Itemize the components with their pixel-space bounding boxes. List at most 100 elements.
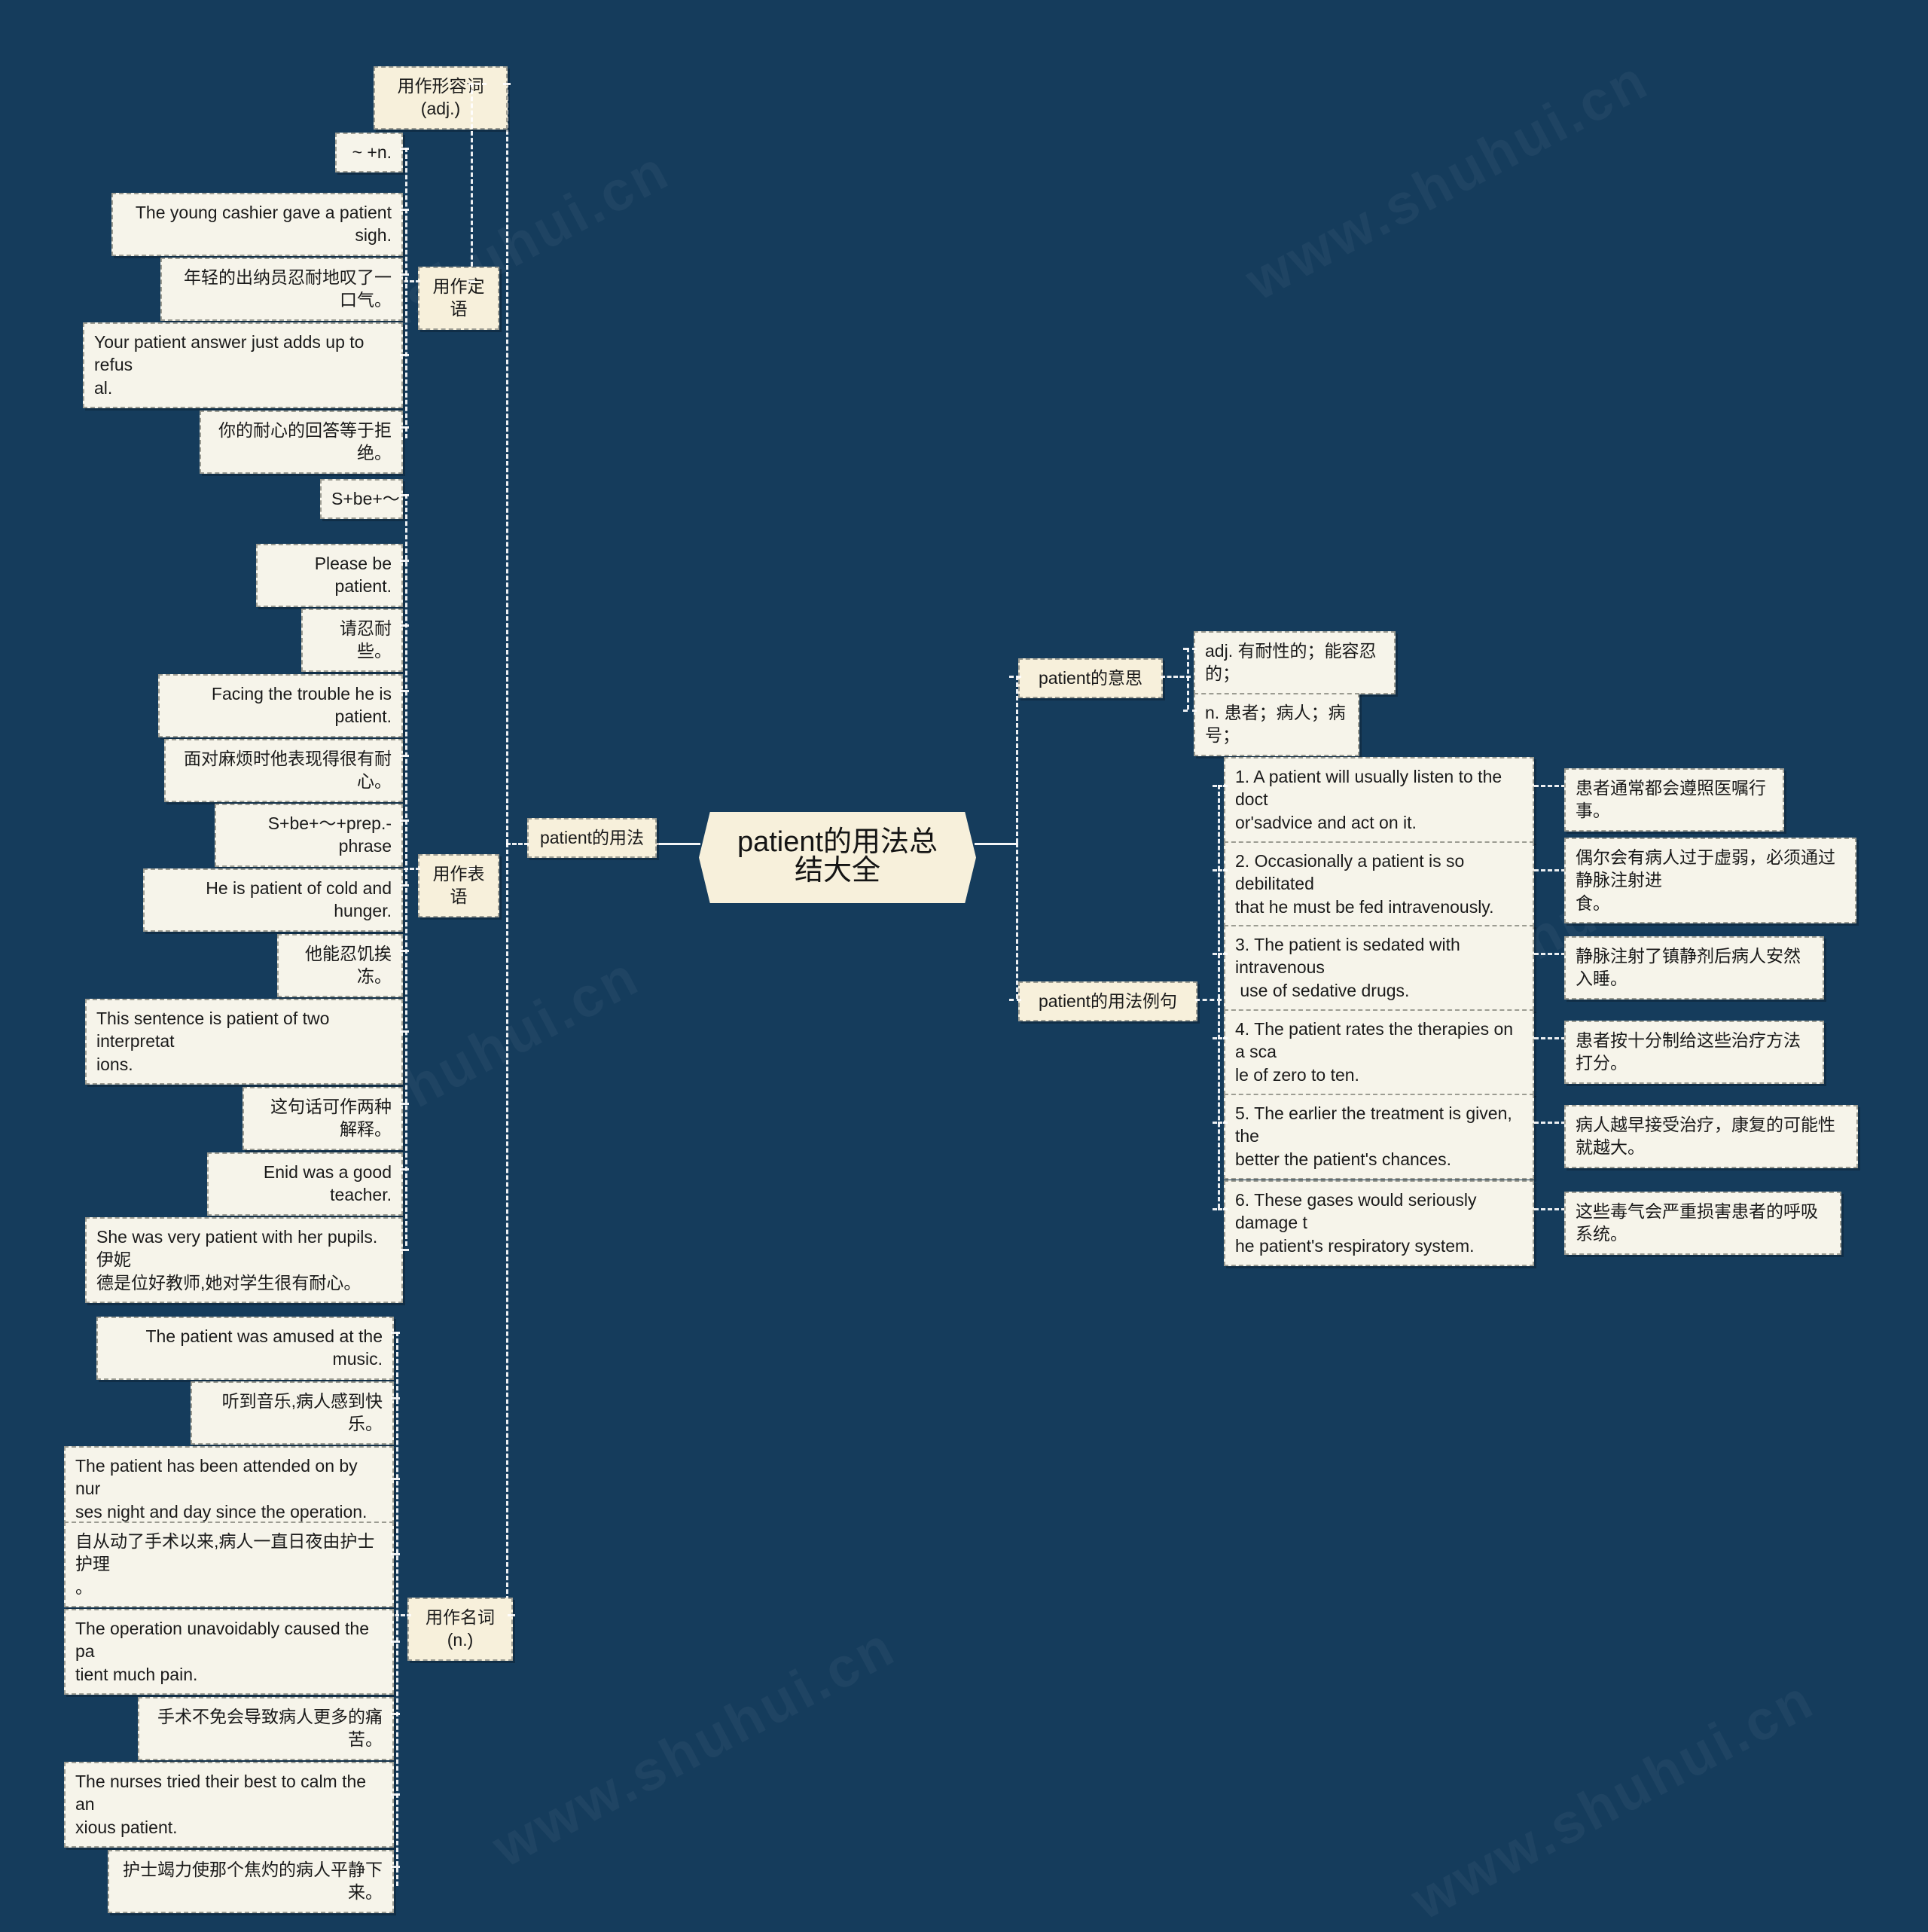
leaf-stub <box>400 1168 409 1170</box>
leaf-stub <box>391 1866 400 1868</box>
leaf-node[interactable]: 护士竭力使那个焦灼的病人平静下来。 <box>108 1850 394 1913</box>
example-stub <box>1213 1208 1228 1210</box>
leaf-stub <box>400 273 409 276</box>
leaf-stub <box>391 1641 400 1643</box>
leaf-node[interactable]: 听到音乐,病人感到快乐。 <box>191 1381 394 1445</box>
adj-stub <box>503 83 511 85</box>
left-main-rail-lower <box>506 843 508 1614</box>
leaf-node[interactable]: The patient was amused at the music. <box>96 1317 394 1380</box>
leaf-node[interactable]: The patient has been attended on by nur … <box>64 1446 394 1533</box>
example-zh[interactable]: 偶尔会有病人过于虚弱，必须通过静脉注射进 食。 <box>1564 838 1856 924</box>
example-stub <box>1213 785 1228 787</box>
example-en[interactable]: 6. These gases would seriously damage t … <box>1224 1180 1534 1267</box>
leaf-stub <box>400 690 409 692</box>
noun-right-stub <box>508 1614 515 1616</box>
left-branch-stub <box>506 843 529 845</box>
meaning-label[interactable]: patient的意思 <box>1018 658 1163 699</box>
leaf-node[interactable]: She was very patient with her pupils.伊妮 … <box>85 1217 403 1304</box>
example-link <box>1534 785 1566 787</box>
leaf-node[interactable]: 这句话可作两种解释。 <box>243 1087 403 1150</box>
right-main-rail-lower <box>1016 843 1018 999</box>
leaf-node[interactable]: 面对麻烦时他表现得很有耐心。 <box>164 739 403 802</box>
leaf-node[interactable]: 年轻的出纳员忍耐地叹了一口气。 <box>160 258 403 321</box>
example-zh[interactable]: 静脉注射了镇静剂后病人安然入睡。 <box>1564 936 1824 1000</box>
category-adjective[interactable]: 用作形容词(adj.) <box>374 66 508 130</box>
leaf-node[interactable]: S+be+～ <box>320 479 403 520</box>
example-zh[interactable]: 患者按十分制给这些治疗方法打分。 <box>1564 1021 1824 1084</box>
example-stub <box>1213 1122 1228 1124</box>
example-link <box>1534 1122 1566 1124</box>
watermark: www.shuhui.cn <box>1235 47 1659 313</box>
leaf-node[interactable]: The operation unavoidably caused the pa … <box>64 1609 394 1695</box>
leaf-stub <box>400 426 409 429</box>
mindmap-canvas: www.shuhui.cn www.shuhui.cn www.shuhui.c… <box>0 0 1928 1932</box>
predicative-rail <box>405 494 407 1246</box>
leaf-node[interactable]: Please be patient. <box>256 544 403 607</box>
example-en[interactable]: 3. The patient is sedated with intraveno… <box>1224 925 1534 1012</box>
leaf-stub <box>400 494 409 496</box>
left-branch-label[interactable]: patient的用法 <box>527 818 657 859</box>
meaning-item[interactable]: adj. 有耐性的；能容忍的； <box>1194 631 1396 694</box>
meaning-stub <box>1183 710 1197 712</box>
attributive-right-stub <box>468 280 475 282</box>
meaning-stub <box>1183 648 1197 650</box>
example-zh[interactable]: 病人越早接受治疗，康复的可能性就越大。 <box>1564 1105 1858 1168</box>
leaf-node[interactable]: He is patient of cold and hunger. <box>143 868 403 932</box>
leaf-node[interactable]: 你的耐心的回答等于拒绝。 <box>200 411 403 474</box>
leaf-stub <box>400 560 409 562</box>
root-right-connector <box>975 843 1017 845</box>
example-stub <box>1213 869 1228 871</box>
leaf-stub <box>400 1103 409 1105</box>
example-zh[interactable]: 患者通常都会遵照医嘱行事。 <box>1564 768 1784 832</box>
meaning-item[interactable]: n. 患者；病人；病号； <box>1194 693 1359 756</box>
leaf-node[interactable]: ~ +n. <box>335 133 403 173</box>
category-noun[interactable]: 用作名词(n.) <box>407 1598 513 1661</box>
leaf-stub <box>400 209 409 211</box>
leaf-stub <box>400 624 409 627</box>
noun-rail <box>396 1332 398 1886</box>
leaf-node[interactable]: 请忍耐些。 <box>301 609 403 672</box>
leaf-stub <box>400 354 409 356</box>
leaf-node[interactable]: S+be+～+prep.-phrase <box>215 804 403 867</box>
example-link <box>1534 869 1566 871</box>
examples-label[interactable]: patient的用法例句 <box>1018 981 1197 1022</box>
leaf-stub <box>400 148 409 150</box>
example-en[interactable]: 2. Occasionally a patient is so debilita… <box>1224 841 1534 928</box>
leaf-stub <box>400 1030 409 1033</box>
leaf-stub <box>391 1332 400 1334</box>
leaf-node[interactable]: 自从动了手术以来,病人一直日夜由护士护理 。 <box>64 1521 394 1608</box>
example-en[interactable]: 5. The earlier the treatment is given, t… <box>1224 1094 1534 1180</box>
predicative-right-stub <box>468 868 475 870</box>
leaf-stub <box>391 1713 400 1715</box>
leaf-node[interactable]: The nurses tried their best to calm the … <box>64 1762 394 1848</box>
category-attributive[interactable]: 用作定语 <box>418 267 499 330</box>
leaf-node[interactable]: Facing the trouble he is patient. <box>158 674 403 737</box>
leaf-stub <box>391 1478 400 1480</box>
leaf-node[interactable]: The young cashier gave a patient sigh. <box>111 193 403 256</box>
leaf-stub <box>391 1553 400 1555</box>
adj-down-stub <box>468 83 487 85</box>
leaf-stub <box>400 950 409 952</box>
example-en[interactable]: 1. A patient will usually listen to the … <box>1224 757 1534 844</box>
leaf-stub <box>400 755 409 757</box>
example-zh[interactable]: 这些毒气会严重损害患者的呼吸系统。 <box>1564 1192 1841 1255</box>
example-stub <box>1213 953 1228 955</box>
left-main-rail <box>506 83 508 844</box>
leaf-node[interactable]: 手术不免会导致病人更多的痛苦。 <box>138 1697 394 1760</box>
right-main-rail <box>1016 676 1018 843</box>
example-link <box>1534 1037 1566 1039</box>
leaf-node[interactable]: This sentence is patient of two interpre… <box>85 999 403 1085</box>
watermark: www.shuhui.cn <box>482 1613 906 1879</box>
leaf-stub <box>400 884 409 887</box>
leaf-stub <box>391 1397 400 1399</box>
category-predicative[interactable]: 用作表语 <box>418 854 499 917</box>
leaf-node[interactable]: Enid was a good teacher. <box>207 1152 403 1216</box>
root-node[interactable]: patient的用法总结大全 <box>699 812 976 903</box>
leaf-node[interactable]: 他能忍饥挨冻。 <box>277 934 403 997</box>
meaning-rail <box>1187 648 1189 710</box>
attributive-rail <box>405 148 407 438</box>
leaf-node[interactable]: Your patient answer just adds up to refu… <box>83 322 403 409</box>
example-en[interactable]: 4. The patient rates the therapies on a … <box>1224 1009 1534 1096</box>
examples-left-stub <box>1009 999 1021 1001</box>
leaf-stub <box>400 1249 409 1251</box>
